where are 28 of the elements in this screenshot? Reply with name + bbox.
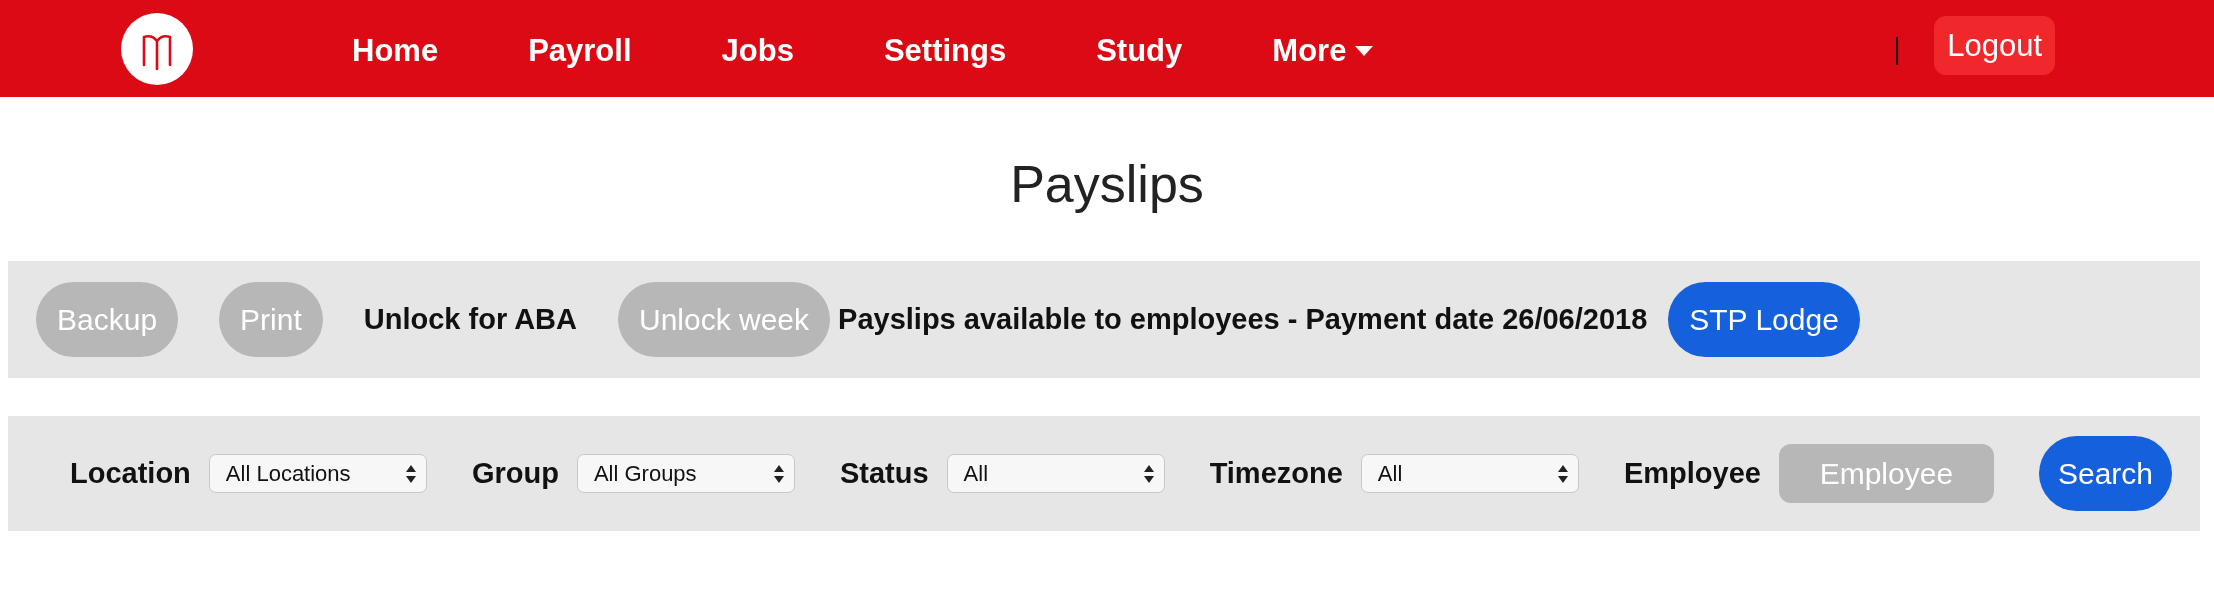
- logout-button[interactable]: Logout: [1934, 16, 2055, 75]
- nav-link[interactable]: Payroll: [483, 32, 677, 69]
- logo-icon[interactable]: [121, 12, 193, 85]
- nav-link[interactable]: Jobs: [676, 32, 839, 69]
- nav-link[interactable]: Home: [307, 32, 484, 69]
- filter-label: Group: [471, 457, 559, 490]
- updown-arrows-icon: [405, 464, 416, 483]
- nav-link[interactable]: Settings: [838, 32, 1052, 69]
- nav-link[interactable]: More: [1227, 32, 1419, 69]
- dropdown[interactable]: All: [946, 454, 1165, 493]
- updown-arrows-icon: [1143, 464, 1154, 483]
- unlock-link[interactable]: Unlock for ABA: [363, 303, 577, 336]
- updown-arrows-icon: [773, 464, 784, 483]
- search-button[interactable]: Search: [2038, 436, 2172, 511]
- page-title: Payslips: [1009, 154, 1205, 215]
- employee-field[interactable]: Employee: [1778, 444, 1994, 503]
- dropdown[interactable]: All Locations: [208, 454, 427, 493]
- filter-label: Status: [839, 457, 929, 490]
- filter-label: Employee: [1623, 457, 1761, 490]
- caret-icon: [1355, 45, 1374, 56]
- dropdown[interactable]: All: [1360, 454, 1579, 493]
- status-text: Payslips available to employees - Payment date 26/06/2018: [838, 303, 1648, 336]
- action-button[interactable]: STP Lodge: [1668, 282, 1860, 357]
- filter-label: Timezone: [1209, 457, 1343, 490]
- dropdown[interactable]: All Groups: [576, 454, 795, 493]
- updown-arrows-icon: [1557, 464, 1568, 483]
- filter-label: Location: [70, 457, 191, 490]
- nav-link[interactable]: Study: [1051, 32, 1228, 69]
